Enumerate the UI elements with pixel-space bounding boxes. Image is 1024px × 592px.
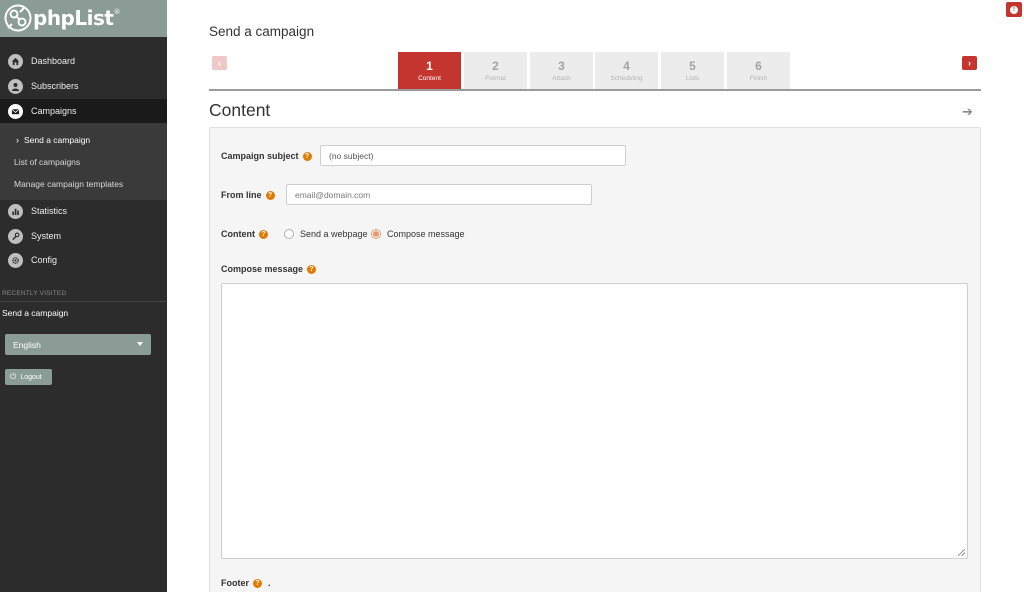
logout-label: Logout <box>20 373 42 381</box>
tab-scheduling[interactable]: 4 Scheduling <box>595 52 658 89</box>
step-label: Format <box>485 75 506 82</box>
tab-content[interactable]: 1 Content <box>398 52 461 89</box>
recently-visited-heading: RECENTLY VISITED <box>2 290 67 297</box>
chevron-right-icon: › <box>16 135 19 145</box>
sidebar-item-label: Dashboard <box>31 56 76 66</box>
input-placeholder: email@domain.com <box>295 189 371 200</box>
compose-message-label: Compose message ? <box>221 264 317 274</box>
envelope-icon <box>8 103 23 119</box>
step-label: Scheduling <box>610 75 643 82</box>
step-number: 3 <box>558 59 565 73</box>
wrench-icon <box>8 228 23 244</box>
sidebar-item-subscribers[interactable]: Subscribers <box>0 74 167 98</box>
step-number: 5 <box>689 59 696 73</box>
from-line-label: From line ? <box>221 190 275 200</box>
previous-step-button[interactable]: ‹ <box>212 56 227 70</box>
radio-button[interactable] <box>371 229 381 239</box>
step-label: Attach <box>552 75 571 82</box>
alert-icon: ! <box>1010 5 1018 14</box>
sidebar: phpList® Dashboard Subscribers Campaigns… <box>0 0 167 592</box>
field-label: Compose message <box>221 264 304 274</box>
footer-label: Footer ? . <box>221 578 271 588</box>
phplist-logo-icon <box>4 4 32 32</box>
logo[interactable]: phpList® <box>0 0 167 37</box>
tab-lists[interactable]: 5 Lists <box>661 52 724 89</box>
sidebar-item-label: Subscribers <box>31 81 79 91</box>
brand-name: phpList <box>33 6 114 30</box>
footer-trailing-text: . <box>268 578 271 588</box>
help-icon[interactable]: ? <box>307 264 317 274</box>
divider <box>0 301 167 302</box>
step-number: 6 <box>755 59 762 73</box>
campaigns-submenu: › Send a campaign List of campaigns Manag… <box>0 123 167 200</box>
step-label: Content <box>418 75 441 82</box>
language-value: English <box>13 339 41 350</box>
next-step-button[interactable]: › <box>962 56 977 70</box>
input-value: (no subject) <box>329 150 374 161</box>
arrow-right-icon[interactable]: ➔ <box>962 104 973 120</box>
sidebar-item-label: Campaigns <box>31 106 77 116</box>
home-icon <box>8 53 23 69</box>
sidebar-item-label: System <box>31 231 62 241</box>
sidebar-subitem-list-campaigns[interactable]: List of campaigns <box>14 157 80 167</box>
gear-icon <box>8 252 23 268</box>
sidebar-item-campaigns[interactable]: Campaigns <box>0 99 167 123</box>
language-select[interactable]: English <box>5 334 151 355</box>
field-label: Campaign subject <box>221 151 299 161</box>
step-label: Lists <box>685 75 700 82</box>
tab-attach[interactable]: 3 Attach <box>530 52 593 89</box>
step-number: 1 <box>426 59 433 73</box>
step-label: Finish <box>749 75 768 82</box>
field-label: Content <box>221 229 255 239</box>
page-title: Send a campaign <box>209 24 315 39</box>
compose-message-textarea[interactable] <box>221 283 968 559</box>
radio-compose-message[interactable]: Compose message <box>371 229 465 239</box>
help-icon[interactable]: ? <box>265 190 275 200</box>
content-label: Content ? <box>221 229 268 239</box>
chevron-left-icon: ‹ <box>218 58 221 68</box>
tabs-underline <box>209 89 981 91</box>
campaign-subject-input[interactable]: (no subject) <box>320 145 626 166</box>
step-number: 4 <box>623 59 630 73</box>
from-line-input[interactable]: email@domain.com <box>286 184 592 205</box>
radio-label: Compose message <box>387 229 465 239</box>
help-icon[interactable]: ? <box>259 229 268 239</box>
caret-down-icon <box>137 342 143 346</box>
sidebar-item-dashboard[interactable]: Dashboard <box>0 49 167 73</box>
logout-button[interactable]: ⏻ Logout <box>5 369 52 385</box>
field-label: Footer <box>221 578 249 588</box>
sidebar-subitem-manage-templates[interactable]: Manage campaign templates <box>14 179 123 189</box>
user-icon <box>8 78 23 94</box>
recently-visited-item[interactable]: Send a campaign <box>2 308 68 318</box>
tab-format[interactable]: 2 Format <box>464 52 527 89</box>
sidebar-subitem-send-campaign[interactable]: › Send a campaign <box>16 135 90 145</box>
sidebar-item-label: Statistics <box>31 206 68 216</box>
trademark-mark: ® <box>113 8 120 16</box>
sidebar-item-statistics[interactable]: Statistics <box>0 199 167 223</box>
campaign-subject-label: Campaign subject ? <box>221 151 312 161</box>
radio-send-webpage[interactable]: Send a webpage <box>284 229 368 239</box>
step-number: 2 <box>492 59 499 73</box>
radio-label: Send a webpage <box>300 229 368 239</box>
radio-button[interactable] <box>284 229 294 239</box>
sidebar-item-system[interactable]: System <box>0 224 167 248</box>
alert-button[interactable]: ! <box>1006 2 1022 17</box>
sidebar-subitem-label: Send a campaign <box>24 135 91 145</box>
help-icon[interactable]: ? <box>302 151 312 161</box>
resize-handle[interactable] <box>958 549 965 556</box>
bar-chart-icon <box>8 203 23 219</box>
tab-finish[interactable]: 6 Finish <box>727 52 790 89</box>
sidebar-item-label: Config <box>31 255 58 265</box>
section-title: Content <box>209 100 271 120</box>
field-label: From line <box>221 190 262 200</box>
sidebar-item-config[interactable]: Config <box>0 248 167 272</box>
help-icon[interactable]: ? <box>253 578 262 588</box>
power-icon: ⏻ <box>10 372 17 381</box>
chevron-right-icon: › <box>968 58 971 68</box>
